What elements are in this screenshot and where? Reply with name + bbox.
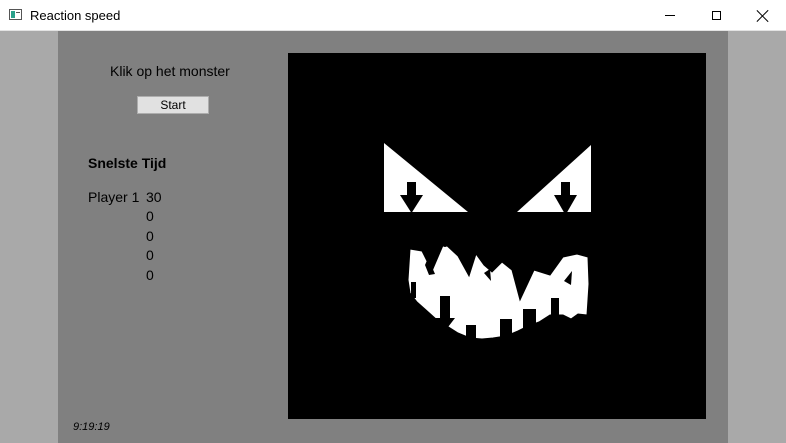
maximize-icon	[711, 11, 721, 20]
game-canvas[interactable]	[288, 53, 706, 419]
title-bar[interactable]: Reaction speed	[0, 0, 786, 31]
clock-label: 9:19:19	[73, 421, 110, 433]
close-icon	[756, 10, 768, 22]
monster-face-icon[interactable]	[288, 53, 706, 419]
app-window: Reaction speed Klik op het monster Start…	[0, 0, 786, 443]
score-value: 30	[146, 189, 162, 205]
score-value: 0	[146, 247, 154, 263]
score-value: 0	[146, 208, 154, 224]
player-name-label: Player 1	[88, 189, 140, 205]
close-button[interactable]	[739, 0, 785, 31]
minimize-button[interactable]	[647, 0, 693, 31]
maximize-button[interactable]	[693, 0, 739, 31]
app-icon	[9, 9, 22, 20]
window-title: Reaction speed	[30, 8, 121, 23]
start-button[interactable]: Start	[137, 96, 209, 114]
fastest-time-heading: Snelste Tijd	[88, 155, 167, 171]
score-value: 0	[146, 228, 154, 244]
minimize-icon	[665, 15, 675, 16]
instruction-label: Klik op het monster	[110, 63, 230, 79]
score-value: 0	[146, 267, 154, 283]
